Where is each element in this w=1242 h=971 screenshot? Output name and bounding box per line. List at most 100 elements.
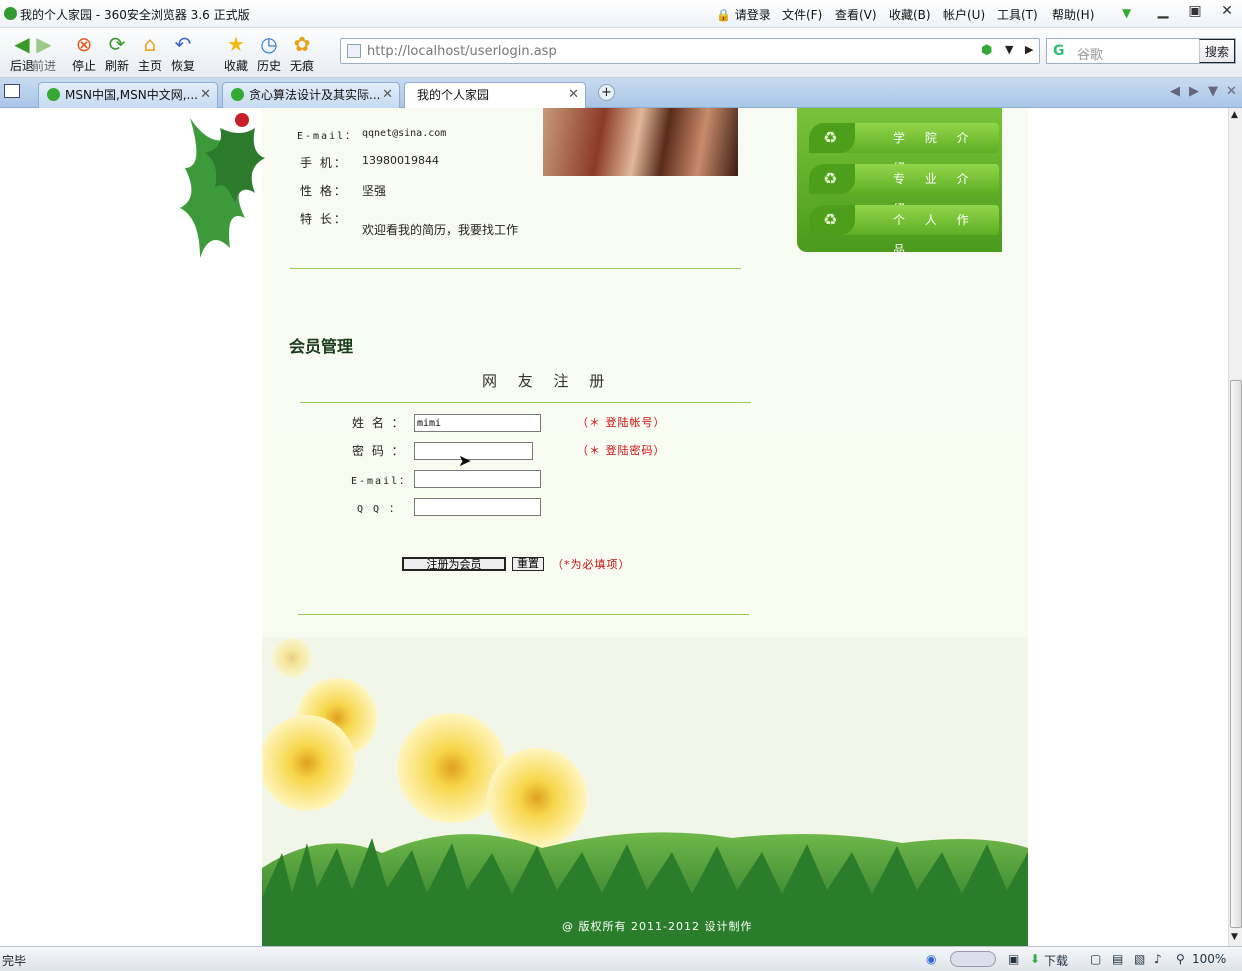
divider (290, 268, 741, 269)
email-input[interactable] (414, 470, 541, 488)
title-bar: 我的个人家园 - 360安全浏览器 3.6 正式版 🔒 请登录 文件(F) 查看… (0, 0, 1242, 28)
menu-tools[interactable]: 工具(T) (997, 6, 1038, 23)
scrollbar-thumb[interactable] (1230, 380, 1242, 928)
clock-icon: ◷ (260, 32, 278, 56)
undo-icon: ↶ (174, 32, 192, 56)
ie-icon[interactable]: ◉ (926, 952, 936, 966)
page-viewport: E-mail： qqnet@sina.com 手 机： 13980019844 … (0, 108, 1228, 946)
tab-homepage[interactable]: 我的个人家园 ✕ (404, 82, 586, 108)
skin-icon[interactable]: ▼ (1122, 6, 1131, 20)
tab-favicon (231, 88, 244, 101)
login-link[interactable]: 🔒 请登录 (716, 6, 771, 23)
required-note: （*为必填项） (552, 558, 631, 571)
character-value: 坚强 (362, 184, 387, 198)
nav-major-intro[interactable]: ♻专 业 介 绍 (809, 164, 999, 216)
qq-label: Q Q ： (357, 504, 402, 515)
restore-button[interactable]: ↶ 恢复 (161, 30, 205, 76)
safe-icon: ⬢ (981, 43, 993, 58)
divider (300, 402, 751, 403)
name-input[interactable] (414, 414, 541, 432)
email-label: E-mail： (297, 131, 358, 142)
name-hint: （＊ 登陆帐号） (577, 416, 666, 429)
download-label[interactable]: 下载 (1044, 952, 1068, 969)
network-icon[interactable]: ▣ (1008, 952, 1019, 966)
forward-button[interactable]: ▶ 前进 (22, 30, 66, 76)
scroll-down-icon[interactable]: ▼ (1231, 932, 1238, 942)
recycle-icon: ♻ (823, 169, 838, 188)
page-icon (347, 44, 361, 58)
forward-arrow-icon: ▶ (36, 32, 52, 56)
sidebar-toggle-icon[interactable] (4, 84, 20, 98)
zoom-level[interactable]: 100% (1192, 952, 1226, 966)
page-icon-status[interactable]: ▤ (1112, 952, 1123, 966)
register-button[interactable]: 注册为会员 (402, 557, 506, 571)
menu-favorites[interactable]: 收藏(B) (889, 6, 931, 23)
tab-close-icon[interactable]: ✕ (568, 83, 579, 107)
vertical-scrollbar[interactable]: ▲ ▼ (1228, 108, 1242, 946)
tab-list-icon[interactable]: ▼ (1208, 84, 1218, 99)
address-bar[interactable]: http://localhost/userlogin.asp ⬢ ▼ ▶ (340, 38, 1040, 64)
nav-personal-works[interactable]: ♻ 个 人 作 品 (809, 205, 999, 257)
window-title: 我的个人家园 - 360安全浏览器 3.6 正式版 (20, 8, 250, 22)
go-icon[interactable]: ▶ (1025, 43, 1033, 56)
divider (298, 614, 749, 615)
profile-photo-image (543, 108, 738, 176)
paw-icon: ✿ (293, 32, 311, 56)
section-title: 会员管理 (289, 337, 354, 356)
scroll-up-icon[interactable]: ▲ (1231, 110, 1238, 120)
password-input[interactable] (414, 442, 533, 460)
menu-account[interactable]: 帐户(U) (943, 6, 985, 23)
search-button[interactable]: 搜索 (1199, 39, 1235, 63)
name-label: 姓 名 ： (352, 416, 406, 430)
close-button[interactable]: ✕ (1212, 3, 1242, 21)
email-value: qqnet@sina.com (362, 128, 447, 139)
star-icon: ★ (227, 32, 245, 56)
maximize-button[interactable]: ▣ (1180, 3, 1210, 21)
tab-close-icon[interactable]: ✕ (200, 83, 211, 107)
nav-college-intro[interactable]: ♻学 院 介 绍 (809, 123, 999, 175)
tab-scroll-right-icon[interactable]: ▶ (1189, 84, 1199, 99)
recycle-icon: ♻ (823, 128, 838, 147)
ivy-decoration-image (180, 113, 265, 258)
search-engine-label: 谷歌 (1077, 48, 1104, 63)
search-box[interactable]: G 谷歌 搜索 (1046, 38, 1236, 64)
window-icon[interactable]: ▢ (1090, 952, 1101, 966)
sunflower-scene-image (262, 638, 1028, 946)
menu-view[interactable]: 查看(V) (835, 6, 877, 23)
tab-scroll-left-icon[interactable]: ◀ (1170, 84, 1180, 99)
home-icon: ⌂ (143, 32, 157, 56)
private-button[interactable]: ✿ 无痕 (280, 30, 324, 76)
menu-help[interactable]: 帮助(H) (1052, 6, 1094, 23)
email-field-label: E-mail： (351, 476, 412, 487)
sound-icon[interactable]: ♪ (1154, 952, 1162, 966)
form-title: 网 友 注 册 (482, 372, 613, 390)
qq-input[interactable] (414, 498, 541, 516)
character-label: 性 格： (300, 184, 348, 198)
tab-greedy[interactable]: 贪心算法设计及其实际... ✕ (222, 82, 400, 108)
menu-file[interactable]: 文件(F) (782, 6, 822, 23)
minimize-button[interactable]: ▁ (1148, 3, 1178, 21)
tab-bar: MSN中国,MSN中文网,... ✕ 贪心算法设计及其实际... ✕ 我的个人家园 ✕… (0, 78, 1242, 108)
refresh-icon: ⟳ (108, 32, 126, 56)
google-icon: G (1053, 43, 1065, 59)
mouse-cursor-icon: ➤ (458, 451, 472, 470)
tab-close-all-icon[interactable]: ✕ (1226, 84, 1237, 99)
copyright-text: @ 版权所有 2011-2012 设计制作 (562, 920, 753, 933)
tab-favicon (47, 88, 60, 101)
toggle-icon[interactable] (950, 951, 996, 967)
phone-label: 手 机： (300, 156, 348, 170)
tab-close-icon[interactable]: ✕ (382, 83, 393, 107)
phone-value: 13980019844 (362, 154, 439, 167)
stop-icon: ⊗ (75, 32, 93, 56)
specialty-label: 特 长： (300, 212, 348, 226)
nav-panel: ♻学 院 介 绍 ♻专 业 介 绍 ♻个 人 作 品 (797, 108, 1002, 257)
recycle-icon: ♻ (823, 210, 838, 229)
tab-msn[interactable]: MSN中国,MSN中文网,... ✕ (38, 82, 218, 108)
zoom-icon[interactable]: ⚲ (1176, 952, 1185, 966)
screenshot-icon[interactable]: ▧ (1134, 952, 1145, 966)
dropdown-icon[interactable]: ▼ (1005, 43, 1013, 56)
reset-button[interactable]: 重置 (512, 557, 544, 571)
new-tab-icon[interactable]: + (598, 84, 615, 101)
address-text: http://localhost/userlogin.asp (367, 44, 557, 59)
download-icon[interactable]: ⬇ (1030, 952, 1040, 966)
